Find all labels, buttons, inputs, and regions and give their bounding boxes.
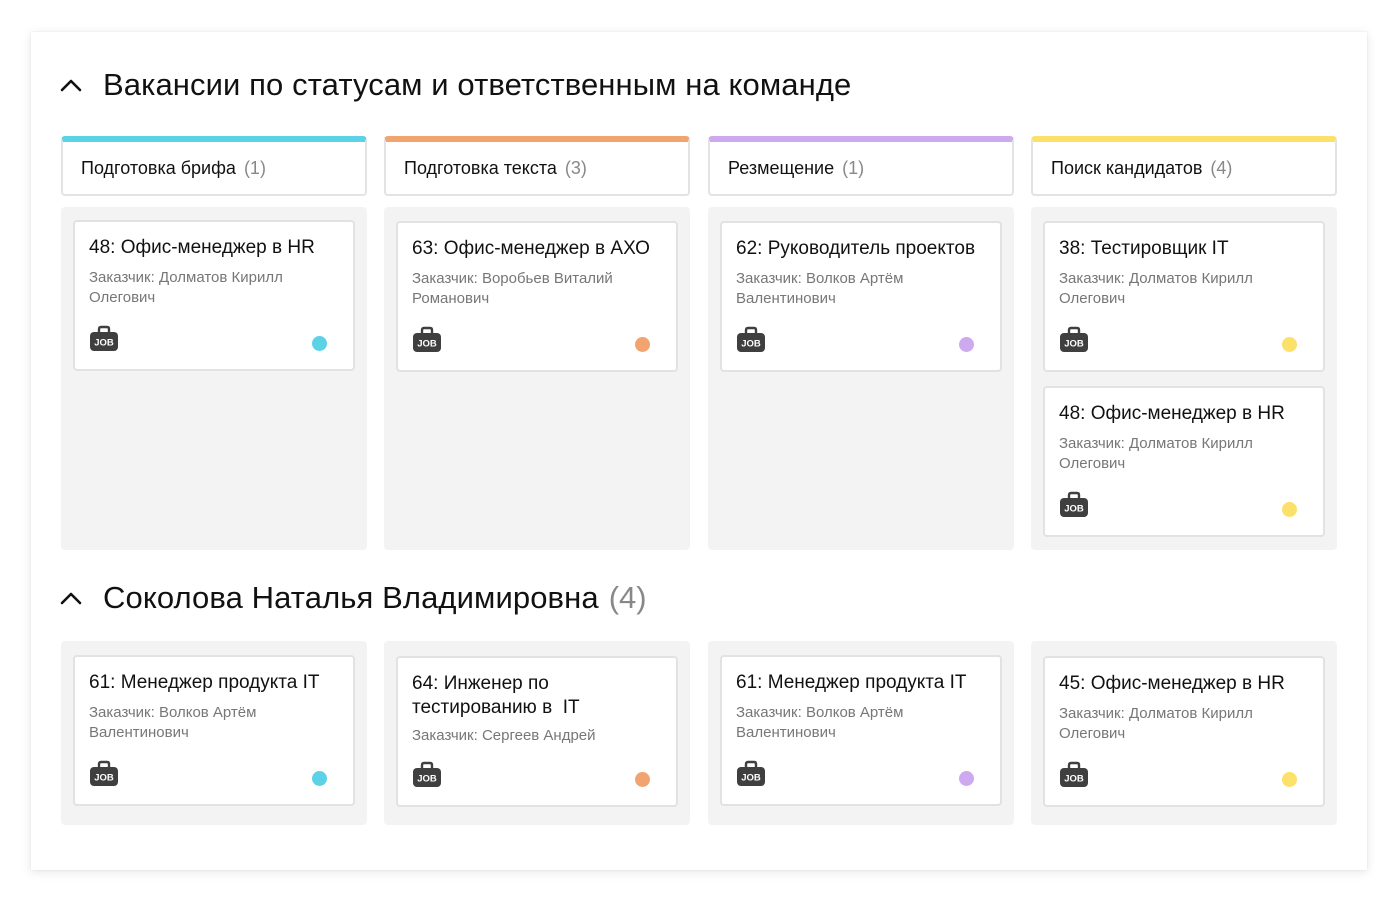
column-name: Подготовка брифа <box>81 157 236 178</box>
card-footer: JOB <box>1059 761 1309 789</box>
card-customer: Заказчик: Сергеев Андрей <box>412 727 596 744</box>
column-count: (1) <box>842 157 865 178</box>
board-panel: Вакансии по статусам и ответственным на … <box>31 32 1367 870</box>
card-footer: JOB <box>1059 491 1309 519</box>
status-dot <box>1282 337 1297 352</box>
column-header-text[interactable]: Подготовка текста (3) <box>384 136 690 196</box>
card-title: 63: Офис-менеджер в АХО <box>412 238 650 259</box>
status-dot <box>1282 502 1297 517</box>
column-count: (1) <box>243 157 266 178</box>
card-footer: JOB <box>736 326 986 354</box>
section-team-header: Вакансии по статусам и ответственным на … <box>31 65 851 105</box>
svg-text:JOB: JOB <box>1064 504 1084 515</box>
card-title: 48: Офис-менеджер в HR <box>1059 403 1285 424</box>
svg-text:JOB: JOB <box>1064 339 1084 350</box>
card-customer: Заказчик: Долматов Кирилл Олегович <box>1059 270 1253 307</box>
status-dot <box>312 336 327 351</box>
vacancy-card[interactable]: 45: Офис-менеджер в HR Заказчик: Долмато… <box>1043 656 1325 807</box>
card-footer: JOB <box>412 761 662 789</box>
vacancy-card[interactable]: 48: Офис-менеджер в HR Заказчик: Долмато… <box>73 220 355 371</box>
column-body-search: 38: Тестировщик IT Заказчик: Долматов Ки… <box>1031 207 1337 550</box>
vacancy-card[interactable]: 38: Тестировщик IT Заказчик: Долматов Ки… <box>1043 221 1325 372</box>
card-title: 45: Офис-менеджер в HR <box>1059 673 1285 694</box>
status-dot <box>635 772 650 787</box>
job-briefcase-icon: JOB <box>412 759 442 789</box>
card-footer: JOB <box>89 325 339 353</box>
job-briefcase-icon: JOB <box>1059 759 1089 789</box>
card-customer: Заказчик: Долматов Кирилл Олегович <box>1059 705 1253 742</box>
collapse-chevron-up-icon[interactable] <box>51 578 91 618</box>
column-body-text-person: 64: Инженер по тестированию в IT Заказчи… <box>384 641 690 825</box>
vacancy-card[interactable]: 62: Руководитель проектов Заказчик: Волк… <box>720 221 1002 372</box>
card-title: 61: Менеджер продукта IT <box>736 672 967 693</box>
svg-text:JOB: JOB <box>417 339 437 350</box>
status-dot <box>1282 772 1297 787</box>
collapse-chevron-up-icon[interactable] <box>51 65 91 105</box>
status-dot <box>959 337 974 352</box>
column-count: (3) <box>564 157 587 178</box>
svg-text:JOB: JOB <box>94 338 114 349</box>
svg-text:JOB: JOB <box>417 774 437 785</box>
job-briefcase-icon: JOB <box>1059 324 1089 354</box>
job-briefcase-icon: JOB <box>89 323 119 353</box>
card-customer: Заказчик: Волков Артём Валентинович <box>89 704 257 741</box>
column-name: Поиск кандидатов <box>1051 157 1203 178</box>
status-dot <box>312 771 327 786</box>
column-body-brief-person: 61: Менеджер продукта IT Заказчик: Волко… <box>61 641 367 825</box>
job-briefcase-icon: JOB <box>89 758 119 788</box>
job-briefcase-icon: JOB <box>412 324 442 354</box>
card-footer: JOB <box>412 326 662 354</box>
vacancy-card[interactable]: 61: Менеджер продукта IT Заказчик: Волко… <box>720 655 1002 806</box>
card-footer: JOB <box>89 760 339 788</box>
svg-text:JOB: JOB <box>741 339 761 350</box>
card-footer: JOB <box>736 760 986 788</box>
column-header-brief[interactable]: Подготовка брифа (1) <box>61 136 367 196</box>
column-header-placement[interactable]: Резмещение (1) <box>708 136 1014 196</box>
vacancy-card[interactable]: 63: Офис-менеджер в АХО Заказчик: Воробь… <box>396 221 678 372</box>
card-customer: Заказчик: Долматов Кирилл Олегович <box>1059 435 1253 472</box>
card-title: 64: Инженер по тестированию в IT <box>412 673 580 718</box>
card-customer: Заказчик: Волков Артём Валентинович <box>736 270 904 307</box>
card-title: 38: Тестировщик IT <box>1059 238 1229 259</box>
vacancy-card[interactable]: 48: Офис-менеджер в HR Заказчик: Долмато… <box>1043 386 1325 537</box>
column-body-placement-person: 61: Менеджер продукта IT Заказчик: Волко… <box>708 641 1014 825</box>
section-person-header: Соколова Наталья Владимировна (4) <box>31 578 647 618</box>
card-customer: Заказчик: Волков Артём Валентинович <box>736 704 904 741</box>
card-title: 48: Офис-менеджер в HR <box>89 237 315 258</box>
status-dot <box>959 771 974 786</box>
svg-text:JOB: JOB <box>741 773 761 784</box>
card-title: 62: Руководитель проектов <box>736 238 976 259</box>
column-name: Резмещение <box>728 157 835 178</box>
card-title: 61: Менеджер продукта IT <box>89 672 320 693</box>
job-briefcase-icon: JOB <box>1059 489 1089 519</box>
column-name: Подготовка текста <box>404 157 557 178</box>
svg-text:JOB: JOB <box>1064 774 1084 785</box>
job-briefcase-icon: JOB <box>736 324 766 354</box>
column-body-text: 63: Офис-менеджер в АХО Заказчик: Воробь… <box>384 207 690 550</box>
column-body-placement: 62: Руководитель проектов Заказчик: Волк… <box>708 207 1014 550</box>
column-count: (4) <box>1210 157 1233 178</box>
svg-text:JOB: JOB <box>94 773 114 784</box>
section-person-title: Соколова Наталья Владимировна <box>103 580 599 615</box>
column-body-search-person: 45: Офис-менеджер в HR Заказчик: Долмато… <box>1031 641 1337 825</box>
status-dot <box>635 337 650 352</box>
section-person-count: (4) <box>608 580 647 615</box>
section-team-title: Вакансии по статусам и ответственным на … <box>103 67 852 102</box>
column-header-search[interactable]: Поиск кандидатов (4) <box>1031 136 1337 196</box>
card-customer: Заказчик: Воробьев Виталий Романович <box>412 270 613 307</box>
job-briefcase-icon: JOB <box>736 758 766 788</box>
column-body-brief: 48: Офис-менеджер в HR Заказчик: Долмато… <box>61 207 367 550</box>
card-footer: JOB <box>1059 326 1309 354</box>
vacancy-card[interactable]: 64: Инженер по тестированию в IT Заказчи… <box>396 656 678 807</box>
vacancy-card[interactable]: 61: Менеджер продукта IT Заказчик: Волко… <box>73 655 355 806</box>
card-customer: Заказчик: Долматов Кирилл Олегович <box>89 269 283 306</box>
